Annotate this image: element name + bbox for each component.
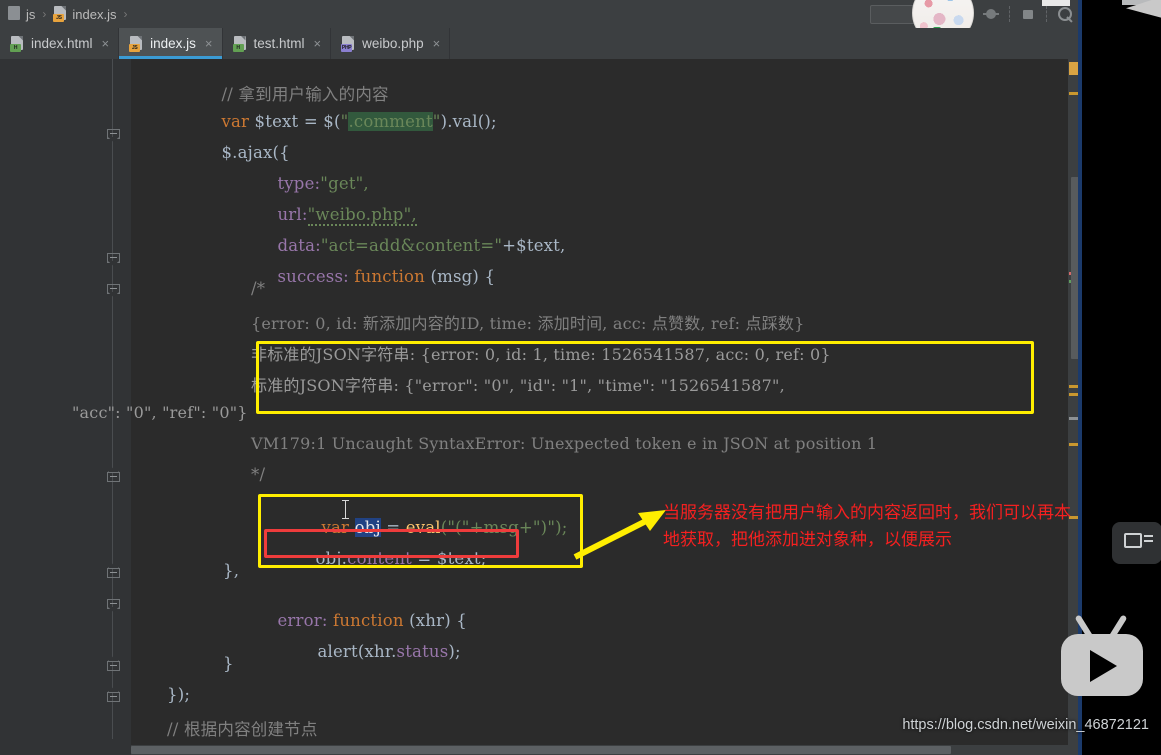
fold-marker[interactable] [107, 253, 120, 266]
tab-label: index.html [31, 36, 93, 51]
fold-marker[interactable] [107, 692, 120, 705]
js-file-icon: JS [129, 35, 144, 52]
fold-marker[interactable] [107, 284, 120, 297]
red-annotation-line-1: 当服务器没有把用户输入的内容返回时，我们可以再本 [663, 503, 1071, 523]
tab-label: test.html [253, 36, 305, 51]
fold-marker[interactable] [107, 472, 120, 485]
chat-square [1124, 533, 1142, 548]
screenshot-root: js › JS index.js › H index.html × JS ind… [0, 0, 1161, 755]
code-text: (msg) { [425, 267, 496, 286]
tab-weibo-php[interactable]: PHP weibo.php × [331, 28, 451, 59]
code-text: ).val(); [440, 112, 497, 131]
stop-icon[interactable] [1019, 5, 1037, 23]
close-icon[interactable]: × [205, 36, 213, 51]
horizontal-scrollbar-thumb[interactable] [131, 746, 951, 754]
code-line-33: } [223, 654, 234, 673]
code-line-22: /* [251, 279, 266, 298]
breadcrumb-label: index.js [72, 6, 117, 22]
breadcrumb-separator: › [42, 7, 47, 21]
tab-bar-filler [450, 28, 1082, 59]
tab-index-js[interactable]: JS index.js × [119, 28, 223, 59]
fold-marker[interactable] [107, 661, 120, 674]
toolbar-divider [1009, 6, 1010, 22]
fold-marker[interactable] [107, 129, 120, 142]
tab-label: weibo.php [362, 36, 424, 51]
html-file-icon: H [232, 35, 248, 52]
white-notch [1042, 0, 1070, 6]
code-quote: " [432, 112, 441, 131]
code-line-32: alert(xhr.status); [317, 642, 461, 661]
php-file-icon: PHP [341, 35, 356, 52]
toolbar-divider [1046, 6, 1047, 22]
code-line-26: VM179:1 Uncaught SyntaxError: Unexpected… [251, 434, 878, 453]
tab-label: index.js [150, 36, 196, 51]
fold-marker[interactable] [107, 599, 120, 612]
code-line-25-wrapped: "acc": "0", "ref": "0"} [72, 403, 248, 422]
close-icon[interactable]: × [314, 36, 322, 51]
folder-icon [7, 6, 22, 22]
code-line-23: {error: 0, id: 新添加内容的ID, time: 添加时间, acc… [251, 314, 805, 333]
chat-bubble-icon[interactable] [1112, 522, 1161, 564]
highlight-json-comment-box [256, 341, 1034, 414]
code-line-34: }); [167, 685, 191, 704]
js-file-icon: JS [53, 6, 68, 22]
breadcrumb-label: js [26, 6, 36, 22]
fold-marker[interactable] [107, 568, 120, 581]
fold-guide-line [112, 59, 113, 739]
breadcrumb-separator: › [123, 7, 128, 21]
close-icon[interactable]: × [102, 36, 110, 51]
top-bar: js › JS index.js › [0, 0, 1082, 44]
code-line-27: */ [251, 465, 266, 484]
code-property: success: [277, 267, 355, 286]
red-annotation-line-2: 地获取，把他添加进对象种，以便展示 [663, 530, 952, 550]
code-line-35: // 根据内容创建节点 [167, 720, 318, 739]
watermark-url: https://blog.csdn.net/weixin_46872121 [902, 717, 1149, 733]
tab-test-html[interactable]: H test.html × [223, 28, 332, 59]
tab-index-html[interactable]: H index.html × [0, 28, 120, 59]
code-line-30: }, [223, 561, 240, 580]
highlight-obj-content-box [264, 529, 519, 558]
code-keyword: function [354, 267, 426, 286]
breadcrumb-item-js[interactable]: js [4, 6, 38, 22]
search-icon[interactable] [1056, 5, 1074, 23]
bilibili-tv-logo [1057, 612, 1147, 700]
editor-tab-bar: H index.html × JS index.js × H test.html… [0, 28, 1082, 59]
code-selection: .comment [348, 112, 433, 131]
horizontal-scrollbar[interactable] [131, 745, 1068, 755]
breadcrumb: js › JS index.js › [0, 6, 129, 22]
html-file-icon: H [10, 35, 25, 52]
close-icon[interactable]: × [433, 36, 441, 51]
breadcrumb-item-indexjs[interactable]: JS index.js [50, 6, 119, 22]
code-text: +$text, [502, 236, 566, 255]
chat-lines [1144, 535, 1153, 537]
debug-icon[interactable] [982, 5, 1000, 23]
